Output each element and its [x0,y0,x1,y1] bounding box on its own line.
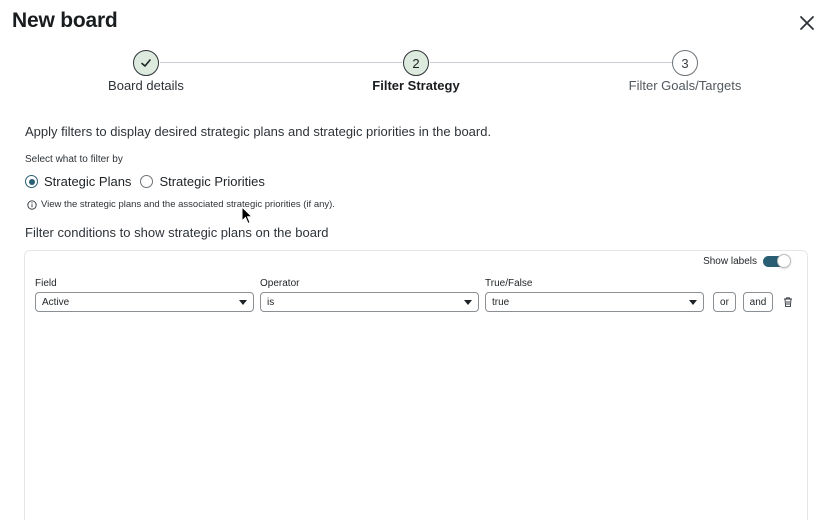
conditions-panel: Show labels Field Active Operator is Tru… [24,250,808,520]
step-connector [430,62,672,63]
step-2-label: Filter Strategy [372,78,460,93]
mouse-cursor-icon [241,206,253,225]
intro-text: Apply filters to display desired strateg… [25,124,492,139]
step-1-circle [133,50,159,76]
trash-icon[interactable] [782,296,794,308]
step-1-label: Board details [108,78,184,93]
value-select[interactable]: true [485,292,704,312]
value-select-value: true [492,296,510,308]
filter-by-label: Select what to filter by [25,154,123,165]
field-select[interactable]: Active [35,292,254,312]
check-icon [141,59,151,67]
step-3-label: Filter Goals/Targets [628,78,742,93]
page-title: New board [12,9,118,32]
stepper: Board details 2 Filter Strategy 3 Filter… [0,48,832,98]
operator-select[interactable]: is [260,292,479,312]
show-labels-text: Show labels [703,255,757,267]
field-label: Field [35,278,57,289]
conditions-heading: Filter conditions to show strategic plan… [25,225,329,240]
info-note: View the strategic plans and the associa… [27,199,335,210]
operator-label: Operator [260,278,300,289]
radio-label: Strategic Plans [44,174,132,189]
step-connector [160,62,402,63]
toggle-knob [777,253,791,268]
chevron-down-icon [464,300,472,305]
value-label: True/False [485,278,533,289]
radio-checked-icon[interactable] [25,175,38,188]
radio-strategic-priorities[interactable]: Strategic Priorities [140,174,265,189]
radio-unchecked-icon[interactable] [140,175,154,188]
and-button[interactable]: and [743,292,773,312]
close-icon[interactable] [796,12,818,34]
radio-label: Strategic Priorities [159,174,265,189]
radio-strategic-plans[interactable]: Strategic Plans [25,174,131,189]
step-2-circle: 2 [403,50,429,76]
step-3-circle: 3 [672,50,698,76]
filter-by-radio-group: Strategic Plans Strategic Priorities [25,174,274,189]
info-text: View the strategic plans and the associa… [41,199,335,210]
info-icon [27,199,37,210]
chevron-down-icon [689,300,697,305]
show-labels-toggle[interactable] [763,253,791,268]
show-labels-control: Show labels [703,252,791,270]
or-button[interactable]: or [713,292,736,312]
operator-select-value: is [267,296,275,308]
field-select-value: Active [42,296,70,308]
chevron-down-icon [239,300,247,305]
